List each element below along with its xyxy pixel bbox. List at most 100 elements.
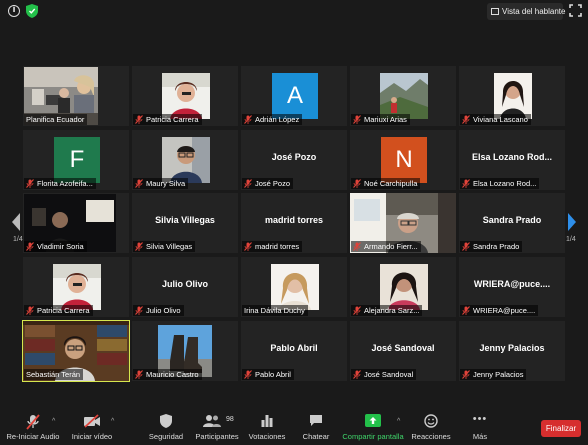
participant-name: Adrián López xyxy=(255,115,300,124)
participant-name: Sandra Prado xyxy=(473,242,520,251)
info-icon[interactable]: i xyxy=(8,5,20,17)
page-indicator-right: 1/4 xyxy=(566,236,576,243)
polls-button[interactable]: Votaciones xyxy=(246,408,288,445)
participants-icon xyxy=(203,415,221,427)
mic-muted-icon xyxy=(244,115,252,124)
participant-name-label: WRIERA@puce.... xyxy=(460,305,539,316)
mic-muted-icon xyxy=(462,115,470,124)
reactions-emoji-icon xyxy=(424,414,438,428)
mic-muted-icon xyxy=(26,242,34,251)
participant-tile[interactable]: Julio Olivo Julio Olivo xyxy=(132,257,238,317)
participant-tile[interactable]: Armando Fierr... xyxy=(350,193,456,253)
participant-name-center: Jenny Palacios xyxy=(479,343,545,353)
participant-name-label: Armando Fierr... xyxy=(351,241,421,252)
participant-video xyxy=(53,264,101,310)
participant-name-label: Sebastián Terán xyxy=(24,369,84,380)
participant-name-label: José Pozo xyxy=(242,178,294,189)
fullscreen-icon[interactable] xyxy=(569,4,582,17)
mic-muted-icon xyxy=(244,370,252,379)
participant-name-center: WRIERA@puce.... xyxy=(473,279,551,289)
participant-name: Jenny Palacios xyxy=(473,370,524,379)
participant-name: madrid torres xyxy=(255,242,300,251)
participant-tile[interactable]: Vladimir Soria xyxy=(23,193,129,253)
participant-tile[interactable]: Viviana Lascano xyxy=(459,66,565,126)
mic-muted-icon xyxy=(244,179,252,188)
participant-tile[interactable]: Mauricio Castro xyxy=(132,321,238,381)
participant-tile[interactable]: F Florita Azofeifa... xyxy=(23,130,129,190)
participant-name: Sebastián Terán xyxy=(26,370,81,379)
participant-name: Mariuxi Arias xyxy=(364,115,407,124)
participant-tile[interactable]: Elsa Lozano Rod... Elsa Lozano Rod... xyxy=(459,130,565,190)
participant-name-label: Silvia Villegas xyxy=(133,241,196,252)
participant-name: Irina Dávila Duchy xyxy=(244,306,305,315)
participant-name: Vladimir Soria xyxy=(37,242,84,251)
mic-muted-icon xyxy=(135,115,143,124)
participant-tile[interactable]: Sebastián Terán xyxy=(22,320,130,382)
participants-button[interactable]: Participantes xyxy=(193,408,241,445)
participant-tile[interactable]: Maury Silva xyxy=(132,130,238,190)
mic-muted-icon xyxy=(462,306,470,315)
participant-tile[interactable]: Patricia Carrera xyxy=(132,66,238,126)
participant-name: Planifica Ecuador xyxy=(26,115,85,124)
audio-button[interactable]: Re-Iniciar Audio xyxy=(4,408,62,445)
participant-tile[interactable]: Pablo Abril Pablo Abril xyxy=(241,321,347,381)
participant-name-label: Pablo Abril xyxy=(242,369,294,380)
participant-name: Viviana Lascano xyxy=(473,115,528,124)
participant-name: Noé Carchipulla xyxy=(364,179,418,188)
participant-name-center: madrid torres xyxy=(264,215,324,225)
end-meeting-button[interactable]: Finalizar xyxy=(541,420,581,437)
mic-muted-icon xyxy=(353,115,361,124)
participant-video xyxy=(271,264,319,310)
meeting-toolbar: Re-Iniciar Audio ^ Iniciar vídeo ^ Segur… xyxy=(0,408,588,445)
participant-tile[interactable]: madrid torres madrid torres xyxy=(241,193,347,253)
participant-tile[interactable]: A Adrián López xyxy=(241,66,347,126)
participant-name-label: Planifica Ecuador xyxy=(24,114,88,125)
next-page-arrow-icon[interactable] xyxy=(566,212,578,232)
shield-icon[interactable] xyxy=(26,4,38,18)
participant-name-label: Mauricio Castro xyxy=(133,369,202,380)
polls-label: Votaciones xyxy=(248,432,286,441)
mic-muted-icon xyxy=(135,306,143,315)
participant-name-center: Silvia Villegas xyxy=(155,215,215,225)
participant-name: Elsa Lozano Rod... xyxy=(473,179,537,188)
audio-options-caret-icon[interactable]: ^ xyxy=(52,418,55,425)
participant-tile[interactable]: José Pozo José Pozo xyxy=(241,130,347,190)
participant-video xyxy=(380,264,428,310)
participant-tile[interactable]: Alejandra Sarz... xyxy=(350,257,456,317)
mic-muted-icon xyxy=(135,242,143,251)
participant-tile[interactable]: Jenny Palacios Jenny Palacios xyxy=(459,321,565,381)
mic-muted-icon xyxy=(26,179,34,188)
share-screen-button[interactable]: Compartir pantalla xyxy=(341,408,405,445)
reactions-button[interactable]: Reacciones xyxy=(411,408,451,445)
participant-tile[interactable]: WRIERA@puce.... WRIERA@puce.... xyxy=(459,257,565,317)
participant-tile[interactable]: N Noé Carchipulla xyxy=(350,130,456,190)
participant-tile[interactable]: Silvia Villegas Silvia Villegas xyxy=(132,193,238,253)
speaker-view-button[interactable]: Vista del hablante xyxy=(487,3,565,20)
share-options-caret-icon[interactable]: ^ xyxy=(397,418,400,425)
video-options-caret-icon[interactable]: ^ xyxy=(111,418,114,425)
participant-tile[interactable]: Planifica Ecuador xyxy=(23,66,129,126)
chat-button[interactable]: Chatear xyxy=(298,408,334,445)
video-button[interactable]: Iniciar vídeo xyxy=(67,408,117,445)
participant-name-label: Patricia Carrera xyxy=(24,305,93,316)
page-indicator-left: 1/4 xyxy=(13,236,23,243)
previous-page-arrow-icon[interactable] xyxy=(10,212,22,232)
participant-name-label: Maury Silva xyxy=(133,178,189,189)
mic-muted-icon xyxy=(353,179,361,188)
gallery-grid: Planifica Ecuador Patricia Carrera A Adrián… xyxy=(22,66,566,382)
participant-video xyxy=(162,137,210,183)
participant-tile[interactable]: Irina Dávila Duchy xyxy=(241,257,347,317)
security-button[interactable]: Seguridad xyxy=(144,408,188,445)
participant-tile[interactable]: Patricia Carrera xyxy=(23,257,129,317)
participant-name: Mauricio Castro xyxy=(146,370,199,379)
more-button[interactable]: ••• Más xyxy=(468,408,492,445)
participant-name-label: Patricia Carrera xyxy=(133,114,202,125)
participant-name: José Pozo xyxy=(255,179,291,188)
participant-name-label: Alejandra Sarz... xyxy=(351,305,423,316)
participant-tile[interactable]: José Sandoval José Sandoval xyxy=(350,321,456,381)
reactions-label: Reacciones xyxy=(411,432,451,441)
participant-name-label: Irina Dávila Duchy xyxy=(242,305,308,316)
participant-name-label: José Sandoval xyxy=(351,369,417,380)
participant-tile[interactable]: Mariuxi Arias xyxy=(350,66,456,126)
participant-tile[interactable]: Sandra Prado Sandra Prado xyxy=(459,193,565,253)
